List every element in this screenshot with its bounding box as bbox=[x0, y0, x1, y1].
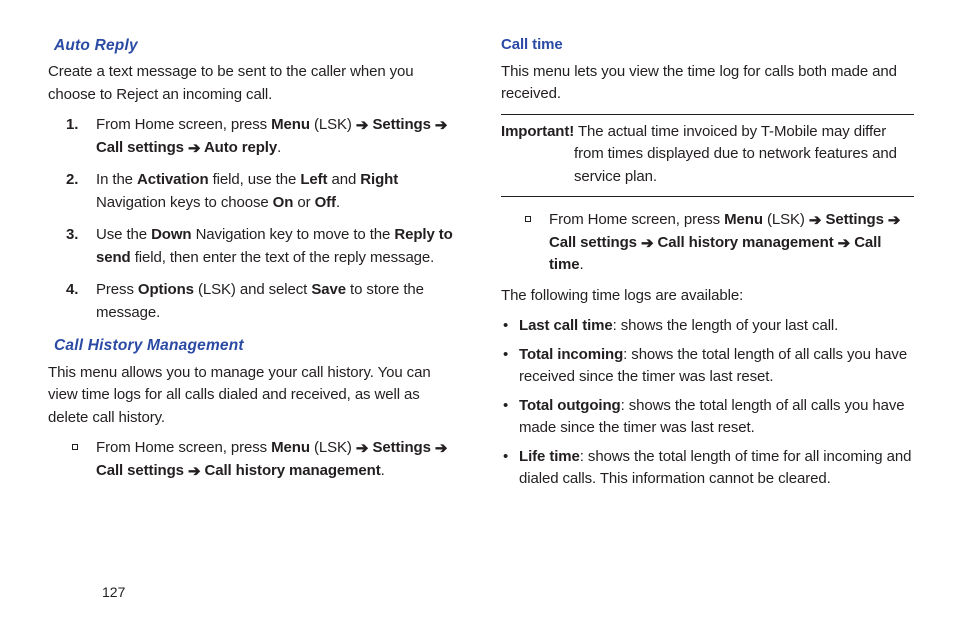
text: (LSK) bbox=[763, 211, 809, 228]
arrow-icon: ➔ bbox=[435, 438, 447, 461]
text: or bbox=[293, 194, 314, 211]
text: . bbox=[381, 462, 385, 479]
log-life-time: Life time: shows the total length of tim… bbox=[501, 446, 914, 491]
text: and bbox=[327, 171, 360, 188]
bold: Total incoming bbox=[519, 346, 623, 363]
text: . bbox=[336, 194, 340, 211]
text: (LSK) bbox=[310, 116, 356, 133]
step-text: Use the Down Navigation key to move to t… bbox=[96, 226, 453, 266]
bold: Auto reply bbox=[200, 139, 277, 156]
arrow-icon: ➔ bbox=[356, 438, 368, 461]
left-column: Auto Reply Create a text message to be s… bbox=[48, 34, 461, 636]
bold: Total outgoing bbox=[519, 397, 621, 414]
call-time-path: From Home screen, press Menu (LSK) ➔ Set… bbox=[501, 209, 914, 277]
text: . bbox=[579, 256, 583, 273]
bold: Options bbox=[138, 281, 194, 298]
text: . bbox=[277, 139, 281, 156]
step-2: 2. In the Activation field, use the Left… bbox=[48, 169, 461, 214]
call-history-heading: Call History Management bbox=[54, 334, 461, 357]
bold: Save bbox=[311, 281, 346, 298]
important-label: Important! bbox=[501, 123, 574, 140]
text: From Home screen, press bbox=[96, 116, 271, 133]
arrow-icon: ➔ bbox=[838, 233, 850, 256]
bold: Call settings bbox=[96, 139, 188, 156]
auto-reply-intro: Create a text message to be sent to the … bbox=[48, 61, 461, 106]
text: From Home screen, press bbox=[549, 211, 724, 228]
text: Navigation key to move to the bbox=[192, 226, 395, 243]
bold: Off bbox=[315, 194, 336, 211]
log-total-outgoing: Total outgoing: shows the total length o… bbox=[501, 395, 914, 440]
text: In the bbox=[96, 171, 137, 188]
bold: Down bbox=[151, 226, 191, 243]
time-logs-intro: The following time logs are available: bbox=[501, 285, 914, 308]
arrow-icon: ➔ bbox=[188, 138, 200, 161]
auto-reply-steps: 1. From Home screen, press Menu (LSK) ➔ … bbox=[48, 114, 461, 324]
call-history-path: From Home screen, press Menu (LSK) ➔ Set… bbox=[48, 437, 461, 482]
arrow-icon: ➔ bbox=[809, 210, 821, 233]
bold: Right bbox=[360, 171, 398, 188]
arrow-icon: ➔ bbox=[641, 233, 653, 256]
bold: Settings bbox=[368, 116, 435, 133]
bold: Last call time bbox=[519, 317, 613, 334]
bold: Settings bbox=[368, 439, 435, 456]
bold: Menu bbox=[271, 439, 310, 456]
bold: On bbox=[273, 194, 294, 211]
log-total-incoming: Total incoming: shows the total length o… bbox=[501, 344, 914, 389]
arrow-icon: ➔ bbox=[188, 461, 200, 484]
time-logs-list: Last call time: shows the length of your… bbox=[501, 315, 914, 491]
bold: Activation bbox=[137, 171, 209, 188]
step-text: Press Options (LSK) and select Save to s… bbox=[96, 281, 424, 321]
arrow-icon: ➔ bbox=[356, 115, 368, 138]
bold: Menu bbox=[724, 211, 763, 228]
text: From Home screen, press bbox=[96, 439, 271, 456]
arrow-icon: ➔ bbox=[435, 115, 447, 138]
bold: Call history management bbox=[200, 462, 380, 479]
call-time-heading: Call time bbox=[501, 34, 914, 57]
text: field, use the bbox=[209, 171, 301, 188]
call-time-intro: This menu lets you view the time log for… bbox=[501, 61, 914, 106]
log-last-call: Last call time: shows the length of your… bbox=[501, 315, 914, 338]
important-note: Important! The actual time invoiced by T… bbox=[501, 114, 914, 198]
step-text: In the Activation field, use the Left an… bbox=[96, 171, 398, 211]
arrow-icon: ➔ bbox=[888, 210, 900, 233]
text: Press bbox=[96, 281, 138, 298]
text: (LSK) bbox=[310, 439, 356, 456]
step-4: 4. Press Options (LSK) and select Save t… bbox=[48, 279, 461, 324]
step-number: 4. bbox=[66, 279, 78, 302]
text: field, then enter the text of the reply … bbox=[131, 249, 435, 266]
page-number: 127 bbox=[102, 584, 125, 600]
step-3: 3. Use the Down Navigation key to move t… bbox=[48, 224, 461, 269]
bold: Left bbox=[300, 171, 327, 188]
right-column: Call time This menu lets you view the ti… bbox=[501, 34, 914, 636]
bold: Menu bbox=[271, 116, 310, 133]
text: (LSK) and select bbox=[194, 281, 311, 298]
step-number: 3. bbox=[66, 224, 78, 247]
step-number: 2. bbox=[66, 169, 78, 192]
bold: Call settings bbox=[96, 462, 188, 479]
bold: Life time bbox=[519, 448, 580, 465]
text: Navigation keys to choose bbox=[96, 194, 273, 211]
text: Use the bbox=[96, 226, 151, 243]
call-history-intro: This menu allows you to manage your call… bbox=[48, 362, 461, 430]
text: The actual time invoiced by T-Mobile may… bbox=[574, 123, 897, 185]
bold: Call settings bbox=[549, 234, 641, 251]
important-text: Important! The actual time invoiced by T… bbox=[501, 121, 914, 189]
step-1: 1. From Home screen, press Menu (LSK) ➔ … bbox=[48, 114, 461, 159]
bold: Settings bbox=[821, 211, 888, 228]
step-text: From Home screen, press Menu (LSK) ➔ Set… bbox=[96, 116, 447, 156]
bold: Call history management bbox=[653, 234, 837, 251]
manual-page: Auto Reply Create a text message to be s… bbox=[0, 0, 954, 636]
text: : shows the length of your last call. bbox=[613, 317, 839, 334]
step-number: 1. bbox=[66, 114, 78, 137]
auto-reply-heading: Auto Reply bbox=[54, 34, 461, 57]
